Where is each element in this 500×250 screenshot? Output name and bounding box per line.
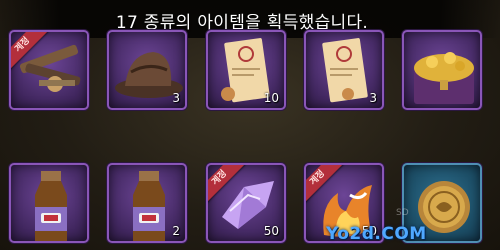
item-slot-5[interactable] [402, 30, 482, 110]
item-slot-8[interactable]: 계정 50 [206, 163, 286, 243]
item-slot-1[interactable]: 계정 [9, 30, 89, 110]
item-quantity: 3 [172, 91, 180, 105]
watermark-small: SD [396, 208, 409, 218]
item-slot-4[interactable]: 3 [304, 30, 384, 110]
item-quantity: 3 [369, 91, 377, 105]
item-slot-2[interactable]: 3 [107, 30, 187, 110]
potion-bottle-icon [35, 171, 67, 241]
treasure-chest-icon [414, 52, 474, 104]
item-slot-7[interactable]: 2 [107, 163, 187, 243]
item-quantity: 50 [263, 224, 279, 238]
item-quantity: 2 [172, 224, 180, 238]
item-slot-6[interactable] [9, 163, 89, 243]
item-quantity: 10 [263, 91, 279, 105]
item-slot-3[interactable]: 10 [206, 30, 286, 110]
watermark: Yo2d.COM [326, 224, 427, 244]
